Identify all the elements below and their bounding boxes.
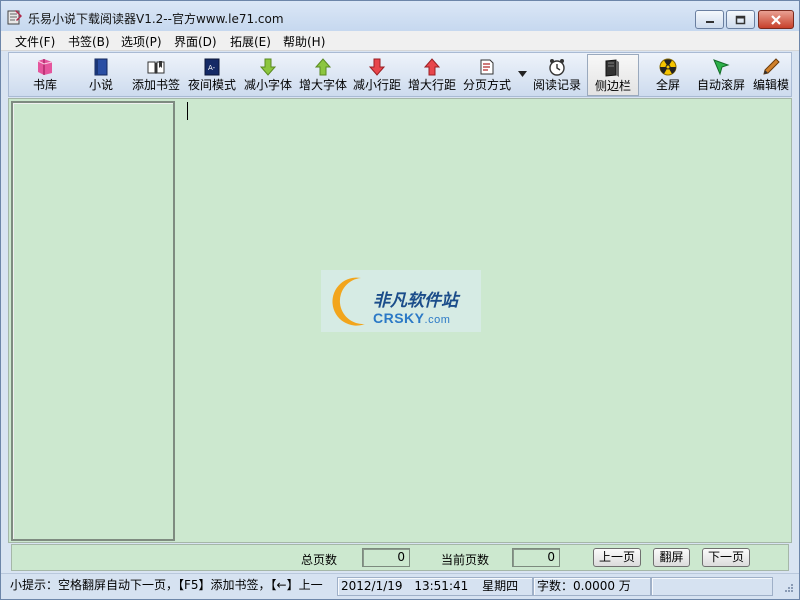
maximize-button[interactable] — [726, 10, 755, 29]
total-pages-label: 总页数 — [301, 553, 338, 567]
arrow-down-green-icon — [259, 58, 277, 76]
app-book-icon — [7, 9, 23, 25]
toolbar-edit-mode-label: 编辑模 — [752, 78, 789, 92]
toolbar-sidebar-label: 侧边栏 — [594, 79, 631, 93]
toolbar-fullscreen-label: 全屏 — [655, 78, 680, 92]
flip-screen-button[interactable]: 翻屏 — [653, 548, 690, 567]
toolbar-reading-history-button[interactable]: 阅读记录 — [530, 54, 584, 96]
status-tip: 小提示：空格翻屏自动下一页，【F5】添加书签，【←】上一 — [10, 578, 323, 592]
watermark-logo: 非凡软件站 CRSKY.com — [321, 270, 481, 332]
toolbar-increase-font-label: 增大字体 — [298, 78, 347, 92]
toolbar-decrease-font-label: 减小字体 — [243, 78, 292, 92]
status-empty-pane — [651, 577, 773, 596]
svg-text:A-: A- — [208, 64, 216, 72]
status-time: 13:51:41 — [414, 579, 469, 593]
window-title: 乐易小说下载阅读器V1.2--官方www.le71.com — [28, 12, 284, 26]
paging-icon — [480, 59, 494, 75]
sidebar-panel[interactable] — [11, 101, 175, 541]
arrow-up-red-icon — [423, 58, 441, 76]
clock-icon — [549, 59, 565, 76]
page-nav-bar: 总页数 0 当前页数 0 上一页 翻屏 下一页 — [11, 544, 789, 571]
current-page-field[interactable]: 0 — [512, 548, 560, 567]
minimize-icon — [705, 20, 714, 23]
chevron-down-icon[interactable] — [518, 71, 527, 77]
close-button[interactable] — [758, 10, 794, 29]
close-icon — [771, 14, 781, 25]
fullscreen-radiation-icon — [659, 58, 677, 76]
sidebar-book-icon — [605, 59, 619, 77]
watermark-en-text: CRSKY.com — [373, 310, 450, 326]
toolbar-auto-scroll-label: 自动滚屏 — [696, 78, 745, 92]
app-window: 乐易小说下载阅读器V1.2--官方www.le71.com 文件(F) 书签(B… — [0, 0, 800, 600]
resize-grip-icon[interactable] — [782, 583, 794, 595]
menu-bar: 文件(F) 书签(B) 选项(P) 界面(D) 拓展(E) 帮助(H) — [1, 31, 799, 51]
total-pages-field: 0 — [362, 548, 410, 567]
toolbar-paging-mode-button[interactable]: 分页方式 — [460, 54, 514, 96]
toolbar-library-button[interactable]: 书库 — [27, 54, 63, 96]
menu-interface[interactable]: 界面(D) — [174, 33, 217, 50]
toolbar-edit-mode-button[interactable]: 编辑模 — [750, 54, 792, 96]
toolbar-add-bookmark-button[interactable]: 添加书签 — [129, 54, 183, 96]
menu-extend[interactable]: 拓展(E) — [230, 33, 271, 50]
watermark-en-main: CRSKY — [373, 310, 425, 326]
crsky-logo-icon — [332, 277, 365, 326]
status-datetime: 2012/1/19 13:51:41 星期四 — [337, 577, 533, 596]
menu-options[interactable]: 选项(P) — [121, 33, 162, 50]
minimize-button[interactable] — [695, 10, 724, 29]
title-bar[interactable]: 乐易小说下载阅读器V1.2--官方www.le71.com — [1, 1, 799, 31]
menu-help[interactable]: 帮助(H) — [283, 33, 325, 50]
toolbar-fullscreen-button[interactable]: 全屏 — [646, 54, 690, 96]
toolbar-add-bookmark-label: 添加书签 — [131, 78, 180, 92]
toolbar-library-label: 书库 — [32, 78, 57, 92]
next-page-button[interactable]: 下一页 — [702, 548, 750, 567]
night-mode-icon: A- — [204, 58, 220, 76]
open-book-bookmark-icon — [147, 61, 165, 74]
cursor-arrow-icon — [713, 59, 730, 76]
text-caret — [187, 102, 188, 120]
status-word-count: 字数：0.0000 万 — [533, 577, 651, 596]
arrow-down-red-icon — [368, 58, 386, 76]
toolbar-increase-line-spacing-button[interactable]: 增大行距 — [405, 54, 459, 96]
arrow-up-green-icon — [314, 58, 332, 76]
watermark-en-suffix: .com — [424, 314, 451, 326]
status-weekday: 星期四 — [482, 579, 519, 593]
pencil-icon — [763, 58, 780, 75]
watermark-cn-text: 非凡软件站 — [373, 291, 458, 311]
toolbar-auto-scroll-button[interactable]: 自动滚屏 — [694, 54, 748, 96]
toolbar-decrease-line-spacing-label: 减小行距 — [352, 78, 401, 92]
toolbar-novel-button[interactable]: 小说 — [83, 54, 119, 96]
toolbar-sidebar-button[interactable]: 侧边栏 — [587, 54, 639, 96]
toolbar-increase-line-spacing-label: 增大行距 — [407, 78, 456, 92]
toolbar-night-mode-button[interactable]: A- 夜间模式 — [185, 54, 239, 96]
toolbar-decrease-line-spacing-button[interactable]: 减小行距 — [350, 54, 404, 96]
toolbar-night-mode-label: 夜间模式 — [187, 78, 236, 92]
toolbar-reading-history-label: 阅读记录 — [532, 78, 581, 92]
current-page-label: 当前页数 — [441, 553, 490, 567]
toolbar-novel-label: 小说 — [88, 78, 113, 92]
menu-bookmark[interactable]: 书签(B) — [68, 33, 110, 50]
toolbar-decrease-font-button[interactable]: 减小字体 — [241, 54, 295, 96]
toolbar-paging-mode-label: 分页方式 — [462, 78, 511, 92]
maximize-icon — [735, 15, 746, 24]
menu-file[interactable]: 文件(F) — [15, 33, 55, 50]
book-shelf-icon — [37, 59, 53, 75]
toolbar-increase-font-button[interactable]: 增大字体 — [296, 54, 350, 96]
prev-page-button[interactable]: 上一页 — [593, 548, 641, 567]
toolbar: 书库 小说 添加书签 A- 夜间模式 减小字体 增大字体 减小行距 增大行距 分… — [8, 52, 792, 97]
novel-book-icon — [94, 58, 108, 76]
status-date: 2012/1/19 — [341, 579, 403, 593]
status-bar: 小提示：空格翻屏自动下一页，【F5】添加书签，【←】上一 2012/1/19 1… — [1, 573, 799, 599]
